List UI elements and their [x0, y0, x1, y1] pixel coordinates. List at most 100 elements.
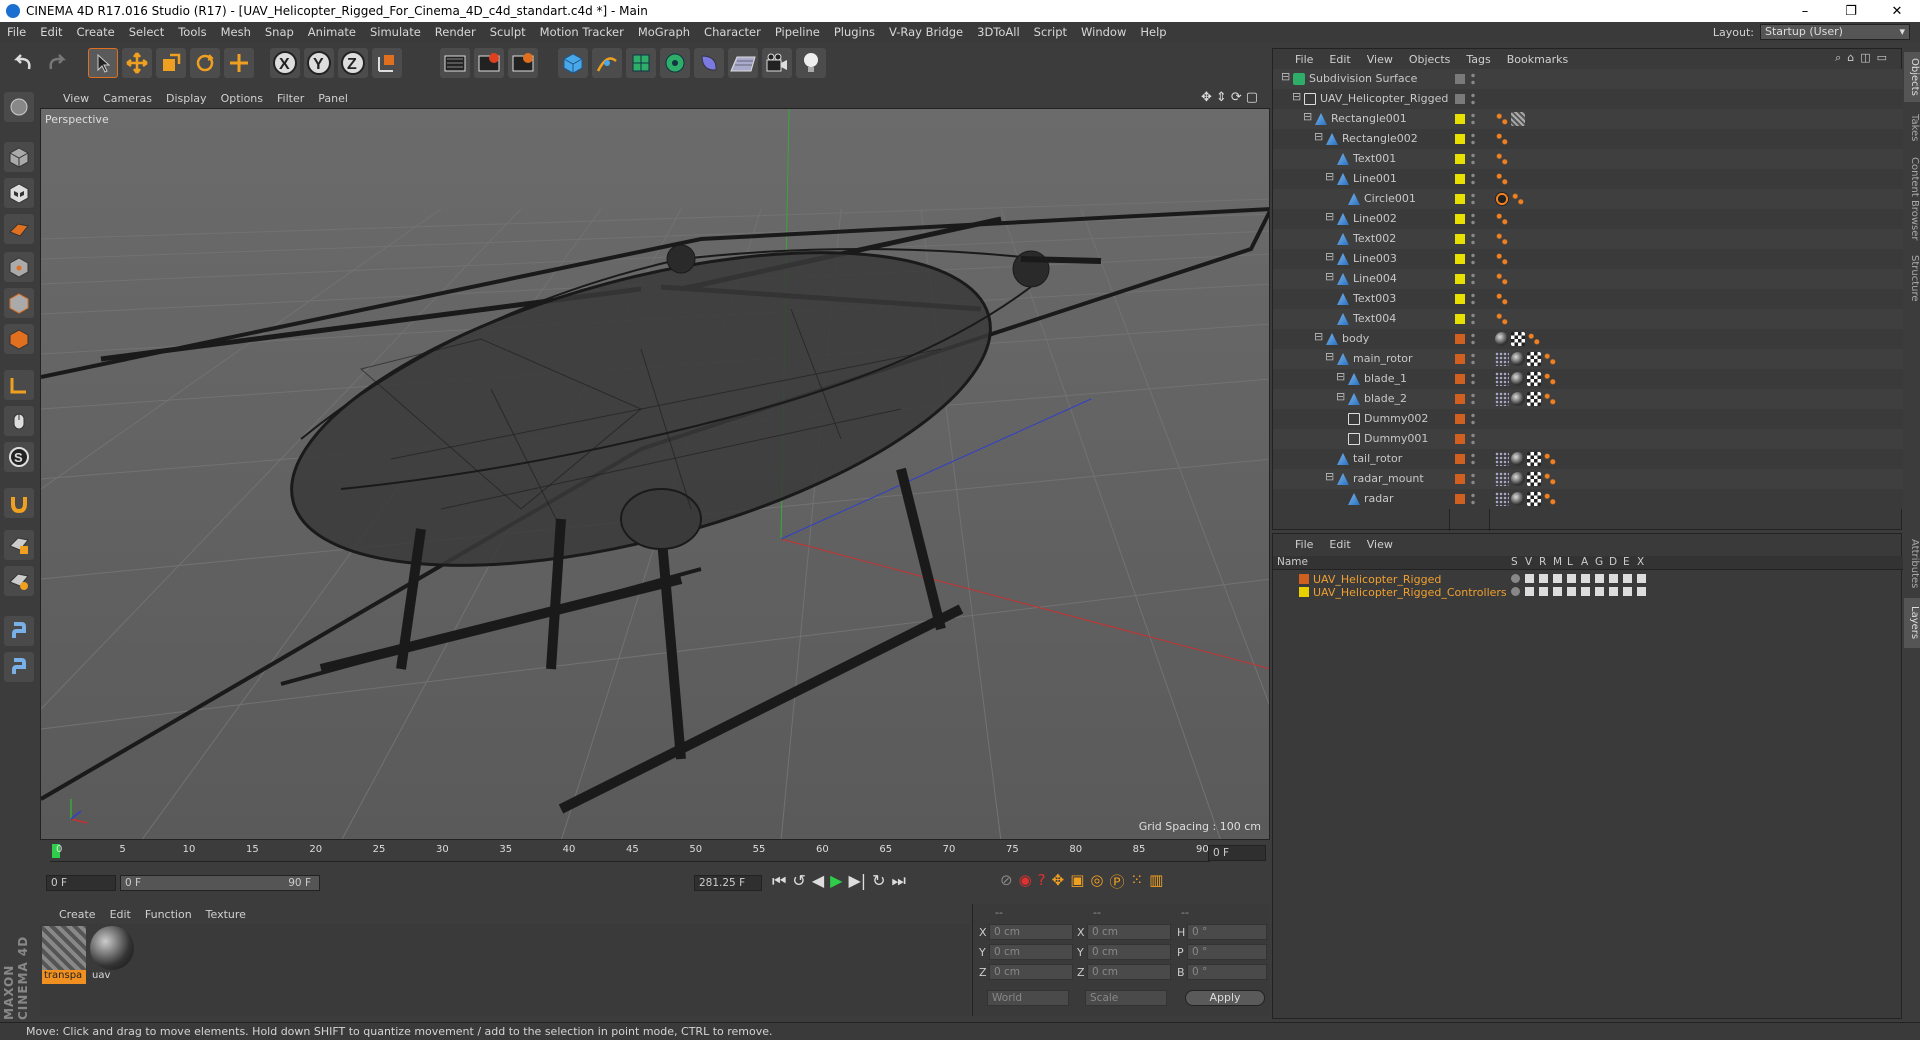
coord-y-position-field[interactable]: 0 cm: [989, 944, 1073, 960]
uvw-tag-icon[interactable]: [1527, 472, 1541, 486]
menu-file[interactable]: File: [0, 25, 33, 39]
xpresso-tag-icon[interactable]: [1495, 212, 1509, 226]
viewport-menu-options[interactable]: Options: [214, 92, 270, 105]
material-menu-texture[interactable]: Texture: [199, 908, 253, 921]
visibility-dots-icon[interactable]: [1471, 212, 1475, 226]
timeline-ruler[interactable]: 0 5 10 15 20 25 30 35 40 45 50 55 60 65 70 75 80 85 90 0 F: [40, 842, 1270, 864]
manager-icon[interactable]: [1553, 587, 1562, 596]
key-pla-icon[interactable]: ⁙: [1131, 871, 1144, 892]
redo-icon[interactable]: [42, 48, 72, 78]
locked-workplane-icon[interactable]: [4, 530, 34, 560]
expressions-icon[interactable]: [1623, 574, 1632, 583]
layer-color-swatch[interactable]: [1455, 114, 1465, 124]
xpresso-tag-icon[interactable]: [1543, 452, 1557, 466]
xpresso-tag-icon[interactable]: [1495, 312, 1509, 326]
object-row[interactable]: Text001: [1273, 149, 1903, 169]
menu-plugins[interactable]: Plugins: [827, 25, 882, 39]
object-row[interactable]: ⊟ blade_1: [1273, 369, 1903, 389]
menu-simulate[interactable]: Simulate: [363, 25, 428, 39]
menu-window[interactable]: Window: [1074, 25, 1133, 39]
expand-toggle-icon[interactable]: ⊟: [1325, 170, 1334, 183]
uvw-tag-icon[interactable]: [1527, 372, 1541, 386]
object-row[interactable]: Text004: [1273, 309, 1903, 329]
object-menu-edit[interactable]: Edit: [1321, 53, 1358, 66]
goto-start-icon[interactable]: ⏮: [772, 871, 786, 891]
object-menu-view[interactable]: View: [1359, 53, 1401, 66]
planar-workplane-icon[interactable]: [4, 566, 34, 596]
expand-toggle-icon[interactable]: ⊟: [1336, 390, 1345, 403]
render-icon[interactable]: [1539, 574, 1548, 583]
viewport-nav-icons[interactable]: ✥⇕⟳▢: [1201, 90, 1262, 105]
side-tab-content-browser[interactable]: Content Browser: [1904, 154, 1920, 244]
uvw-tag-icon[interactable]: [1527, 492, 1541, 506]
edge-mode-icon[interactable]: [4, 288, 34, 318]
menu-tools[interactable]: Tools: [171, 25, 213, 39]
layer-color-swatch[interactable]: [1299, 587, 1309, 597]
visibility-dots-icon[interactable]: [1471, 92, 1475, 106]
xpresso-tag-icon[interactable]: [1543, 352, 1557, 366]
object-row[interactable]: Dummy002: [1273, 409, 1903, 429]
coord-x-position-field[interactable]: 0 cm: [989, 924, 1073, 940]
manager-icon[interactable]: [1553, 574, 1562, 583]
next-key-icon[interactable]: ↻: [872, 871, 885, 891]
xpresso-tag-icon[interactable]: [1495, 172, 1509, 186]
object-row[interactable]: Circle001: [1273, 189, 1903, 209]
python-script-icon[interactable]: [4, 652, 34, 682]
menu-select[interactable]: Select: [122, 25, 171, 39]
material-swatch-uav[interactable]: uav: [90, 926, 134, 986]
prev-key-icon[interactable]: ↺: [792, 871, 805, 891]
material-menu-create[interactable]: Create: [52, 908, 103, 921]
viewport-menu-cameras[interactable]: Cameras: [96, 92, 159, 105]
layer-color-swatch[interactable]: [1455, 274, 1465, 284]
layer-color-swatch[interactable]: [1455, 354, 1465, 364]
visibility-dots-icon[interactable]: [1471, 472, 1475, 486]
solo-dot-icon[interactable]: [1511, 587, 1520, 596]
view-eye-icon[interactable]: [1525, 574, 1534, 583]
menu-create[interactable]: Create: [70, 25, 122, 39]
axis-mode-icon[interactable]: [4, 370, 34, 400]
object-row[interactable]: radar: [1273, 489, 1903, 509]
render-view-icon[interactable]: [440, 48, 470, 78]
material-tag-icon[interactable]: [1495, 332, 1509, 346]
layer-color-swatch[interactable]: [1455, 74, 1465, 84]
lock-icon[interactable]: [1567, 587, 1576, 596]
visibility-dots-icon[interactable]: [1471, 312, 1475, 326]
xpresso-tag-icon[interactable]: [1527, 332, 1541, 346]
layout-select[interactable]: Startup (User) ▾: [1760, 24, 1910, 40]
xpresso-tag-icon[interactable]: [1543, 492, 1557, 506]
layer-color-swatch[interactable]: [1455, 194, 1465, 204]
view-eye-icon[interactable]: [1525, 587, 1534, 596]
viewport-menu-panel[interactable]: Panel: [311, 92, 355, 105]
side-tab-layers[interactable]: Layers: [1904, 598, 1920, 648]
solo-dot-icon[interactable]: [1511, 574, 1520, 583]
protection-tag-icon[interactable]: [1495, 392, 1509, 406]
menu-snap[interactable]: Snap: [258, 25, 301, 39]
object-row[interactable]: Text003: [1273, 289, 1903, 309]
visibility-dots-icon[interactable]: [1471, 412, 1475, 426]
animation-icon[interactable]: [1581, 587, 1590, 596]
polygon-mode-icon[interactable]: [4, 324, 34, 354]
uvw-tag-icon[interactable]: [1527, 352, 1541, 366]
3d-viewport[interactable]: Perspective Grid Spacing : 100 cm: [40, 108, 1270, 840]
object-row[interactable]: ⊟ Line002: [1273, 209, 1903, 229]
protection-tag-icon[interactable]: [1495, 472, 1509, 486]
material-tag-icon[interactable]: [1511, 352, 1525, 366]
xpresso-tag-icon[interactable]: [1511, 192, 1525, 206]
visibility-dots-icon[interactable]: [1471, 172, 1475, 186]
expressions-icon[interactable]: [1623, 587, 1632, 596]
layer-color-swatch[interactable]: [1455, 134, 1465, 144]
material-menu-function[interactable]: Function: [138, 908, 199, 921]
menu-character[interactable]: Character: [697, 25, 768, 39]
key-param-icon[interactable]: Ⓟ: [1110, 871, 1125, 892]
menu-edit[interactable]: Edit: [33, 25, 69, 39]
expand-toggle-icon[interactable]: ⊟: [1325, 350, 1334, 363]
point-mode-icon[interactable]: [4, 252, 34, 282]
expand-toggle-icon[interactable]: ⊟: [1325, 270, 1334, 283]
layer-color-swatch[interactable]: [1455, 494, 1465, 504]
visibility-dots-icon[interactable]: [1471, 452, 1475, 466]
tweak-mode-icon[interactable]: [4, 406, 34, 436]
object-row[interactable]: ⊟ Subdivision Surface: [1273, 69, 1903, 89]
expand-toggle-icon[interactable]: ⊟: [1325, 250, 1334, 263]
uvw-tag-icon[interactable]: [1527, 392, 1541, 406]
xpresso-tag-icon[interactable]: [1495, 132, 1509, 146]
